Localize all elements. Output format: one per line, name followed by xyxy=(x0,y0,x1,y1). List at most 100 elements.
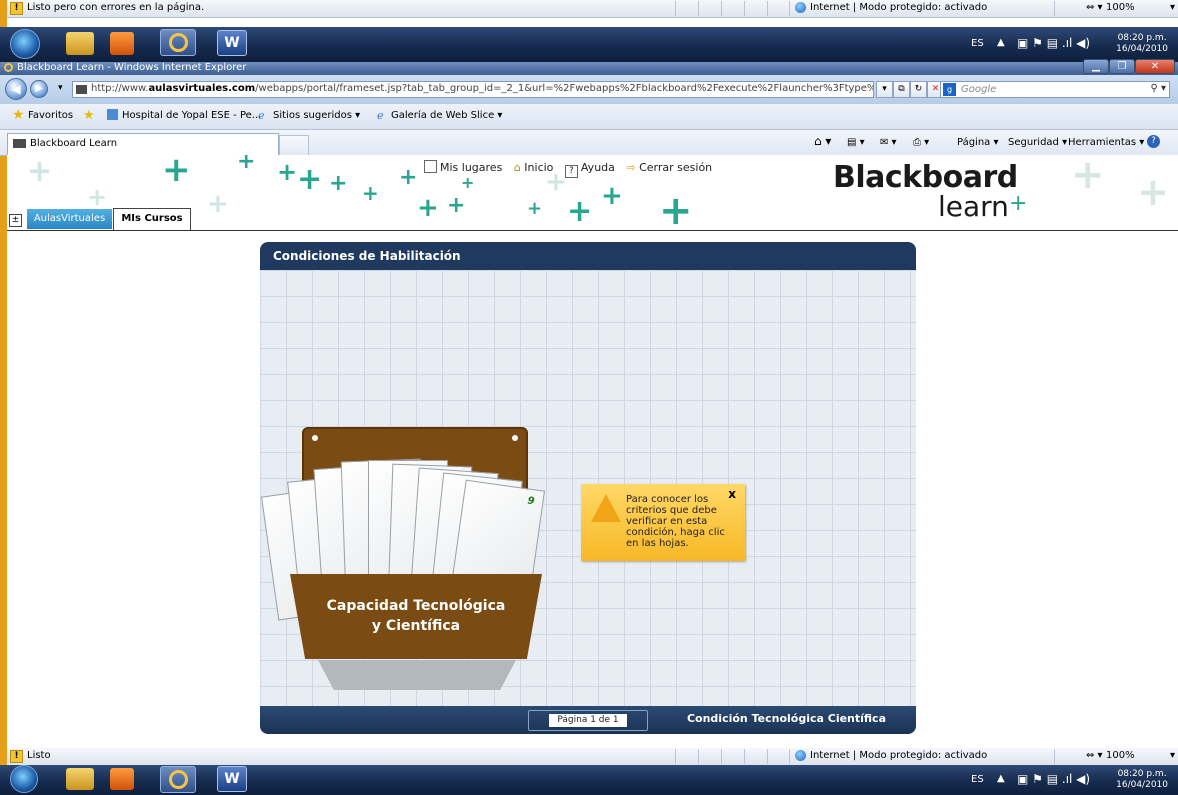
close-button[interactable]: ✕ xyxy=(1135,59,1175,74)
panel-canvas: 123456789 Capacidad Tecnológica y Cientí… xyxy=(260,270,916,706)
tray-icons[interactable]: ▣ ⚑ ▤ .ıl ◀) xyxy=(1017,36,1090,50)
taskbar-bottom: W ES ▲ ▣ ⚑ ▤ .ıl ◀) 08:20 p.m. 16/04/2010 xyxy=(0,765,1178,795)
warning-icon[interactable]: ! xyxy=(10,2,23,15)
note-close-button[interactable]: x xyxy=(728,487,736,501)
question-icon: ? xyxy=(564,165,578,178)
footer-title: Condición Tecnológica Científica xyxy=(686,712,886,725)
back-button[interactable]: ◀ xyxy=(5,78,27,100)
favorites-star-icon: ★ xyxy=(12,107,25,123)
tray-arrow-icon[interactable]: ▲ xyxy=(997,37,1005,48)
zoom-level[interactable]: 100% xyxy=(1106,750,1135,761)
protected-mode-icon[interactable]: ⇔ ▾ xyxy=(1086,2,1103,13)
word-icon[interactable]: W xyxy=(217,30,247,56)
decor-plus-icon: + xyxy=(162,155,191,190)
help-icon[interactable]: ? xyxy=(1147,135,1160,148)
globe-icon xyxy=(795,750,806,761)
search-icon[interactable]: ⚲ ▾ xyxy=(1150,83,1166,94)
decor-plus-icon: + xyxy=(362,181,379,205)
sheet-number: 9 xyxy=(526,495,536,508)
favorite-link-webslice[interactable]: Galería de Web Slice ▾ xyxy=(391,110,502,121)
home-icon[interactable]: ⌂ ▾ xyxy=(814,134,831,148)
internet-explorer-icon[interactable] xyxy=(160,766,196,793)
favorites-button[interactable]: Favoritos xyxy=(28,110,73,121)
compatibility-view-icon[interactable]: ⧉ xyxy=(893,81,910,98)
language-indicator[interactable]: ES xyxy=(971,774,984,785)
blackboard-logo-bottom: learn+ xyxy=(938,190,1028,223)
address-input[interactable]: http://www.aulasvirtuales.com/webapps/po… xyxy=(72,81,874,98)
explorer-icon[interactable] xyxy=(66,32,94,55)
internet-explorer-icon[interactable] xyxy=(160,29,196,56)
decor-plus-icon: + xyxy=(27,155,53,189)
language-indicator[interactable]: ES xyxy=(971,38,984,49)
mail-icon[interactable]: ✉ ▾ xyxy=(880,137,897,148)
globe-icon xyxy=(795,2,806,13)
pager-label: Página 1 de 1 xyxy=(549,714,627,727)
minimize-button[interactable]: ▁ xyxy=(1083,59,1109,74)
decor-plus-icon: + xyxy=(601,181,623,211)
search-input[interactable]: g Google ⚲ ▾ xyxy=(940,81,1170,98)
address-bar-row: ◀ ▶ ▾ http://www.aulasvirtuales.com/weba… xyxy=(0,75,1178,104)
explorer-icon[interactable] xyxy=(66,768,94,790)
decor-plus-icon: + xyxy=(329,171,348,196)
help-link[interactable]: ? Ayuda xyxy=(564,161,615,178)
favorite-link-hospital[interactable]: Hospital de Yopal ESE - Pe... xyxy=(122,110,261,121)
address-dropdown-button[interactable]: ▾ xyxy=(876,81,893,98)
refresh-icon[interactable]: ↻ xyxy=(910,81,927,98)
print-icon[interactable]: ⎙ ▾ xyxy=(913,137,929,148)
note-text: Para conocer los criterios que debe veri… xyxy=(626,494,725,549)
tab-aulasvirtuales[interactable]: AulasVirtuales xyxy=(27,209,112,229)
feeds-icon[interactable]: ▤ ▾ xyxy=(847,137,865,148)
house-icon: ⌂ xyxy=(513,161,521,174)
learning-object-panel: Condiciones de Habilitación 123456789 Ca… xyxy=(260,242,916,734)
site-icon xyxy=(107,109,118,120)
panel-header: Condiciones de Habilitación xyxy=(260,242,916,270)
decor-plus-icon: + xyxy=(207,189,229,219)
decor-plus-icon: + xyxy=(277,158,298,186)
new-tab-button[interactable] xyxy=(279,135,309,155)
decor-plus-icon: + xyxy=(447,193,466,218)
instruction-note: Para conocer los criterios que debe veri… xyxy=(581,484,745,561)
zoom-dropdown-icon[interactable]: ▾ xyxy=(1170,2,1175,13)
tools-menu[interactable]: Herramientas ▾ xyxy=(1068,137,1144,148)
favorite-link-suggested[interactable]: Sitios sugeridos ▾ xyxy=(273,110,360,121)
blackboard-header: + + + + + + + + + + + + + + + + + + + + … xyxy=(7,155,1178,230)
blackboard-top-nav: Mis lugares ⌂ Inicio ? Ayuda ⇨ Cerrar ses… xyxy=(424,160,720,178)
decor-plus-icon: + xyxy=(1071,155,1105,198)
decor-plus-icon: + xyxy=(527,198,543,219)
word-icon[interactable]: W xyxy=(217,766,247,792)
decor-plus-icon: + xyxy=(417,193,439,223)
tab-mis-cursos[interactable]: MIs Cursos xyxy=(113,208,191,230)
my-places-link[interactable]: Mis lugares xyxy=(424,160,502,174)
media-player-icon[interactable] xyxy=(110,768,134,790)
decor-plus-icon: + xyxy=(297,162,323,197)
site-favicon-icon xyxy=(76,85,87,94)
logout-link[interactable]: ⇨ Cerrar sesión xyxy=(626,161,712,174)
pager[interactable]: Página 1 de 1 xyxy=(528,710,648,731)
tray-arrow-icon[interactable]: ▲ xyxy=(997,773,1005,784)
media-player-icon[interactable] xyxy=(110,32,134,55)
warning-icon[interactable]: ! xyxy=(10,750,23,763)
status-message: Listo pero con errores en la página. xyxy=(27,2,205,13)
zoom-level[interactable]: 100% xyxy=(1106,2,1135,13)
maximize-button[interactable]: ❐ xyxy=(1109,59,1135,74)
add-favorite-icon[interactable]: ★ xyxy=(83,108,95,123)
start-button[interactable] xyxy=(10,29,40,59)
window-title: Blackboard Learn - Windows Internet Expl… xyxy=(17,62,247,73)
history-dropdown-icon[interactable]: ▾ xyxy=(58,83,63,93)
forward-button[interactable]: ▶ xyxy=(30,80,48,98)
clock[interactable]: 08:20 p.m. 16/04/2010 xyxy=(1116,33,1168,55)
security-zone[interactable]: Internet | Modo protegido: activado xyxy=(810,750,987,761)
expand-menu-icon[interactable]: ± xyxy=(9,214,22,227)
zoom-dropdown-icon[interactable]: ▾ xyxy=(1170,750,1175,761)
security-zone[interactable]: Internet | Modo protegido: activado xyxy=(810,2,987,13)
protected-mode-icon[interactable]: ⇔ ▾ xyxy=(1086,750,1103,761)
status-message: Listo xyxy=(27,750,51,761)
page-menu[interactable]: Página ▾ xyxy=(957,137,999,148)
tray-icons[interactable]: ▣ ⚑ ▤ .ıl ◀) xyxy=(1017,772,1090,786)
start-button[interactable] xyxy=(10,765,38,793)
clock[interactable]: 08:20 p.m. 16/04/2010 xyxy=(1116,769,1168,791)
home-link[interactable]: ⌂ Inicio xyxy=(514,161,554,174)
browser-tab[interactable]: Blackboard Learn xyxy=(7,133,279,155)
security-menu[interactable]: Seguridad ▾ xyxy=(1008,137,1067,148)
status-bar-bottom: ! Listo Internet | Modo protegido: activ… xyxy=(7,748,1178,766)
